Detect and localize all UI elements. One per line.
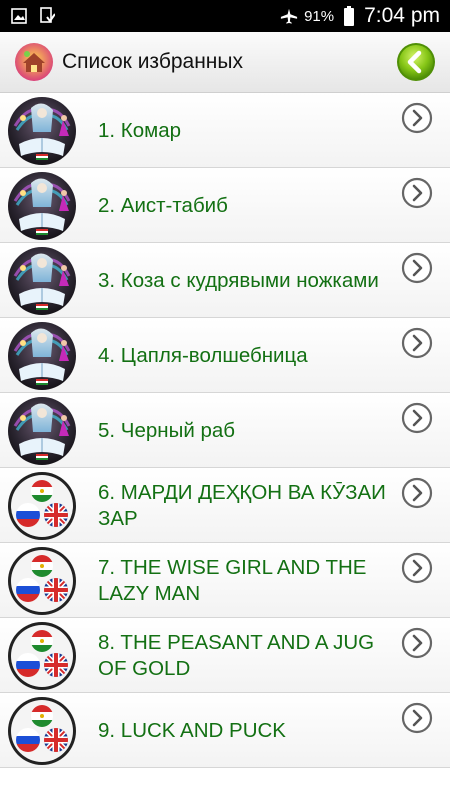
list-item-label: 8. THE PEASANT AND A JUG OF GOLD (98, 630, 375, 680)
chevron-right-icon[interactable] (400, 551, 434, 585)
list-item[interactable]: 8. THE PEASANT AND A JUG OF GOLD (0, 618, 450, 693)
flags-icon (7, 696, 77, 766)
battery-percent: 91% (304, 7, 335, 25)
fairytale-book-icon (7, 171, 77, 241)
airplane-icon (280, 7, 298, 25)
status-bar: 91% 7:04 pm (0, 0, 450, 32)
fairytale-book-icon (7, 96, 77, 166)
list-item[interactable]: 2. Аист-табиб (0, 168, 450, 243)
list-item[interactable]: 6. МАРДИ ДЕҲҚОН ВА КӮЗАИ ЗАР (0, 468, 450, 543)
gallery-icon (10, 7, 28, 25)
list-item[interactable]: 4. Цапля-волшебница (0, 318, 450, 393)
back-arrow-icon (397, 43, 435, 81)
flags-icon (7, 546, 77, 616)
flags-icon (7, 621, 77, 691)
chevron-right-icon[interactable] (400, 626, 434, 660)
chevron-right-icon[interactable] (400, 701, 434, 735)
list-item-label: 6. МАРДИ ДЕҲҚОН ВА КӮЗАИ ЗАР (98, 480, 386, 530)
fairytale-book-icon (7, 396, 77, 466)
house-logo-icon (14, 42, 54, 82)
list-item[interactable]: 3. Коза с кудрявыми ножками (0, 243, 450, 318)
chevron-right-icon[interactable] (400, 401, 434, 435)
list-item[interactable]: 9. LUCK AND PUCK (0, 693, 450, 768)
favorites-list: 1. Комар 2. Аист-табиб 3. Коза с кудрявы… (0, 93, 450, 768)
flags-icon (7, 471, 77, 541)
list-item-label: 9. LUCK AND PUCK (98, 718, 286, 742)
list-item[interactable]: 1. Комар (0, 93, 450, 168)
list-item-label: 7. THE WISE GIRL AND THE LAZY MAN (98, 555, 367, 605)
page-title: Список избранных (62, 50, 244, 73)
list-item-label: 5. Черный раб (98, 418, 236, 442)
list-item-label: 3. Коза с кудрявыми ножками (98, 268, 379, 292)
list-item[interactable]: 5. Черный раб (0, 393, 450, 468)
chevron-right-icon[interactable] (400, 176, 434, 210)
app-bar: Список избранных (0, 32, 450, 93)
clock: 7:04 pm (364, 4, 440, 27)
fairytale-book-icon (7, 321, 77, 391)
chevron-right-icon[interactable] (400, 326, 434, 360)
back-button[interactable] (396, 42, 436, 82)
fairytale-book-icon (7, 246, 77, 316)
chevron-right-icon[interactable] (400, 476, 434, 510)
download-done-icon (38, 7, 56, 25)
list-item[interactable]: 7. THE WISE GIRL AND THE LAZY MAN (0, 543, 450, 618)
chevron-right-icon[interactable] (400, 251, 434, 285)
battery-icon (340, 6, 358, 26)
chevron-right-icon[interactable] (400, 101, 434, 135)
list-item-label: 2. Аист-табиб (98, 193, 228, 217)
list-item-label: 1. Комар (98, 118, 182, 142)
list-item-label: 4. Цапля-волшебница (98, 343, 308, 367)
